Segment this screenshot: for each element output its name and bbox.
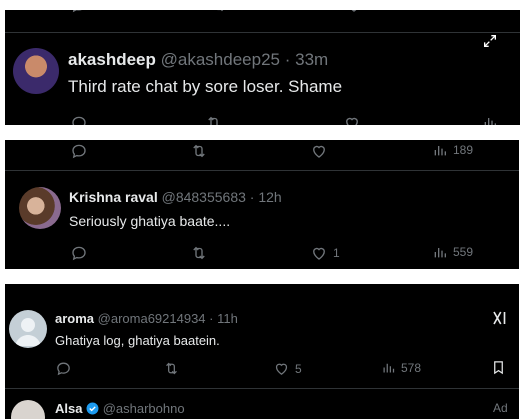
views-icon — [383, 363, 395, 373]
repost-icon[interactable] — [190, 142, 208, 160]
views-icon[interactable] — [480, 10, 496, 12]
views-value: 559 — [453, 245, 474, 259]
like-button[interactable]: 1 — [310, 244, 340, 262]
tweet-header: aroma @aroma69214934 · 11h — [55, 311, 238, 326]
divider — [5, 32, 520, 33]
reply-icon[interactable] — [70, 114, 88, 125]
repost-icon[interactable] — [210, 10, 228, 14]
tweet-header: Krishna raval @848355683 · 12h — [69, 189, 282, 205]
reply-icon[interactable] — [70, 142, 88, 160]
tweet-text: Third rate chat by sore loser. Shame — [68, 77, 343, 96]
views-icon[interactable] — [482, 114, 498, 125]
like-button[interactable]: 5 — [273, 360, 302, 377]
display-name[interactable]: aroma — [55, 311, 94, 326]
display-name[interactable]: akashdeep — [68, 50, 156, 69]
divider — [5, 388, 519, 389]
tweet-actions-top: 189 — [5, 142, 519, 164]
reply-icon[interactable] — [70, 10, 88, 14]
repost-icon[interactable] — [205, 114, 223, 125]
handle[interactable]: @aroma69214934 — [98, 311, 206, 326]
separator: · — [209, 311, 214, 326]
repost-icon[interactable] — [190, 244, 208, 262]
tweet-header: akashdeep @akashdeep25 · 33m — [68, 50, 328, 70]
reply-icon[interactable] — [55, 360, 72, 377]
timestamp[interactable]: 33m — [295, 50, 328, 69]
like-count: 5 — [295, 361, 302, 376]
views-count[interactable]: 189 — [432, 142, 473, 158]
avatar[interactable] — [9, 310, 47, 348]
views-value: 189 — [453, 143, 474, 157]
tweet-actions: 5 578 — [5, 360, 519, 382]
heart-icon — [275, 363, 288, 375]
avatar[interactable] — [11, 400, 45, 419]
verified-icon — [86, 402, 99, 418]
divider — [5, 170, 519, 171]
heart-icon — [313, 247, 325, 260]
tweet-actions — [5, 114, 520, 125]
views-value: 578 — [401, 360, 422, 375]
tweet-card-krishna[interactable]: 189 Krishna raval @848355683 · 12h Serio… — [5, 140, 519, 269]
heart-icon[interactable] — [345, 10, 363, 14]
tweet-card-aroma[interactable]: aroma @aroma69214934 · 11h Ghatiya log, … — [5, 284, 519, 419]
default-avatar-icon — [15, 318, 41, 346]
tweet-card-akashdeep[interactable]: akashdeep @akashdeep25 · 33m Third rate … — [5, 10, 520, 125]
display-name[interactable]: Alsa — [55, 401, 82, 416]
tweet-actions: 1 559 — [5, 244, 519, 266]
grok-icon[interactable] — [491, 309, 509, 332]
views-count[interactable]: 559 — [432, 244, 473, 260]
avatar[interactable] — [19, 187, 61, 229]
handle[interactable]: @akashdeep25 — [161, 50, 280, 69]
timestamp[interactable]: 11h — [217, 311, 238, 326]
avatar[interactable] — [13, 48, 59, 94]
heart-icon[interactable] — [310, 142, 328, 160]
repost-icon[interactable] — [163, 360, 180, 377]
handle[interactable]: @asharbohno — [103, 401, 185, 416]
bookmark-icon[interactable] — [491, 360, 506, 375]
tweet-text: Ghatiya log, ghatiya baatein. — [55, 333, 220, 348]
views-icon — [434, 146, 446, 156]
ad-badge: Ad — [493, 401, 508, 415]
views-icon — [434, 248, 446, 258]
tweet-actions-top-partial — [5, 10, 520, 18]
like-count: 1 — [333, 246, 340, 260]
ad-tweet-header: Alsa @asharbohno — [55, 401, 185, 418]
timestamp[interactable]: 12h — [258, 189, 281, 205]
separator: · — [284, 50, 291, 69]
reply-icon[interactable] — [70, 244, 88, 262]
display-name[interactable]: Krishna raval — [69, 189, 158, 205]
separator: · — [249, 189, 255, 205]
heart-icon[interactable] — [343, 114, 361, 125]
tweet-text: Seriously ghatiya baate.... — [69, 213, 231, 229]
expand-icon[interactable] — [482, 33, 498, 54]
handle[interactable]: @848355683 — [162, 189, 246, 205]
views-count[interactable]: 578 — [381, 360, 421, 375]
